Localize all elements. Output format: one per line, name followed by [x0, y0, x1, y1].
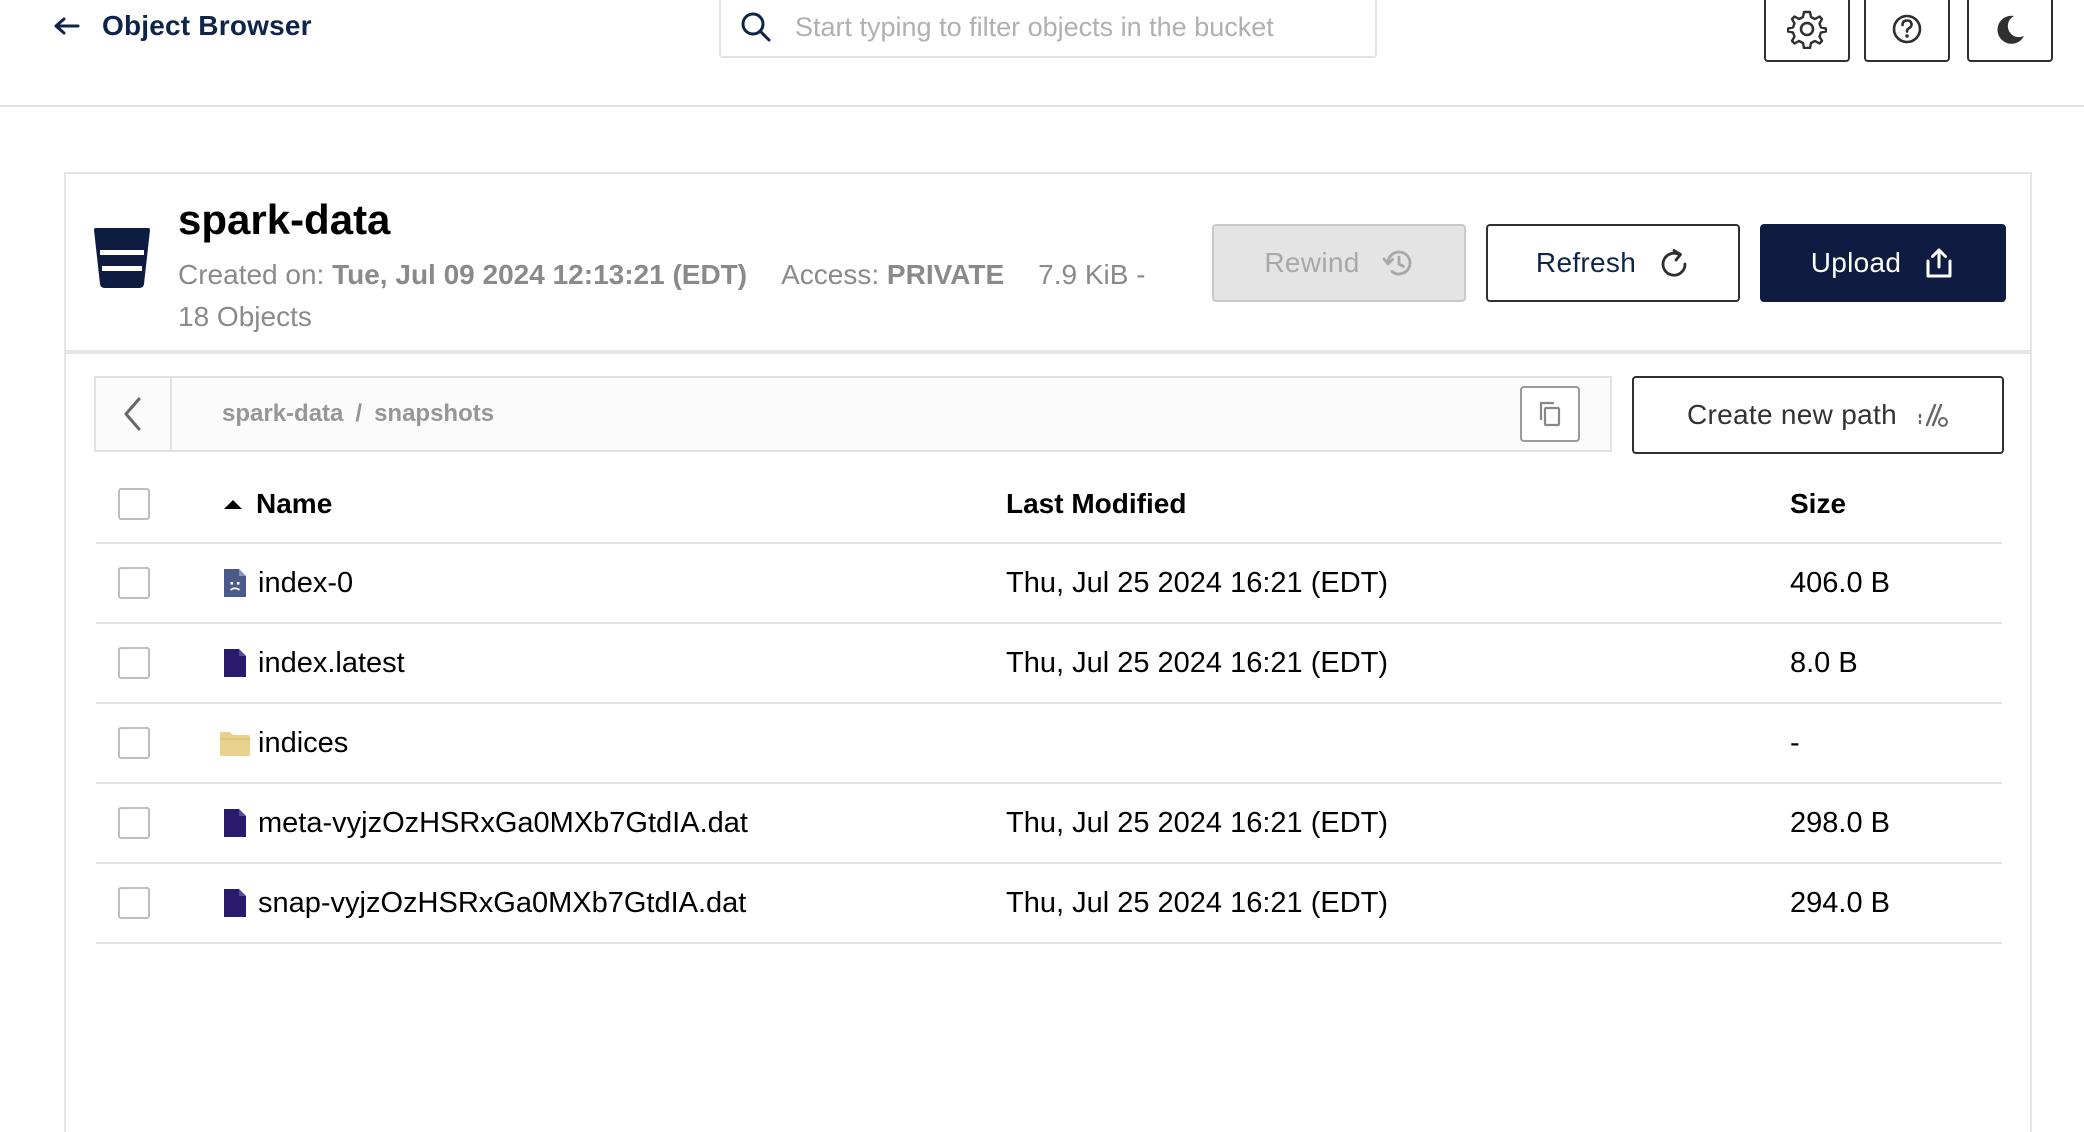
object-size-cell: 298.0 B — [1790, 806, 1890, 839]
object-name: indices — [258, 726, 349, 759]
sort-ascending-icon — [224, 500, 242, 509]
last-modified-column-header[interactable]: Last Modified — [1006, 488, 1186, 520]
help-icon — [1892, 14, 1922, 44]
help-button[interactable] — [1864, 0, 1950, 62]
row-checkbox[interactable] — [118, 727, 150, 759]
new-path-icon — [1918, 403, 1948, 427]
chevron-left-icon — [124, 397, 141, 431]
bucket-size: 7.9 KiB - — [1038, 259, 1146, 290]
created-label: Created on: — [178, 259, 325, 290]
refresh-label: Refresh — [1535, 247, 1637, 278]
arrow-left-icon — [54, 17, 80, 35]
breadcrumb-segment-bucket[interactable]: spark-data — [222, 400, 343, 428]
breadcrumb: spark-data / snapshots — [94, 376, 1612, 452]
object-size-cell: 406.0 B — [1790, 566, 1890, 599]
name-column-label: Name — [256, 488, 333, 519]
object-size-cell: 294.0 B — [1790, 886, 1890, 919]
object-name: index.latest — [258, 646, 405, 679]
gear-icon — [1787, 10, 1827, 49]
breadcrumb-segment-snapshots[interactable]: snapshots — [374, 400, 494, 428]
history-icon — [1382, 250, 1411, 276]
file-icon — [224, 649, 246, 677]
created-value: Tue, Jul 09 2024 12:13:21 (EDT) — [332, 259, 748, 290]
select-all-checkbox[interactable] — [118, 488, 150, 520]
breadcrumb-separator: / — [355, 400, 363, 427]
object-name-cell: index-0 — [222, 567, 353, 600]
objects-table: Name Last Modified Size index-0 Thu, Jul… — [96, 466, 2002, 944]
breadcrumb-back-button[interactable] — [96, 378, 172, 450]
rewind-button[interactable]: Rewind — [1212, 224, 1466, 302]
access-value: PRIVATE — [886, 259, 1005, 290]
copy-icon — [1539, 401, 1561, 427]
refresh-button[interactable]: Refresh — [1486, 224, 1740, 302]
object-name-cell: meta-vyjzOzHSRxGa0MXb7GtdIA.dat — [222, 807, 748, 840]
bucket-info-card: spark-data Created on: Tue, Jul 09 2024 … — [64, 172, 2032, 352]
row-checkbox[interactable] — [118, 567, 150, 599]
create-new-path-label: Create new path — [1687, 399, 1897, 430]
copy-path-button[interactable] — [1520, 386, 1580, 442]
upload-icon — [1926, 248, 1952, 278]
object-modified-cell: Thu, Jul 25 2024 16:21 (EDT) — [1006, 646, 1389, 679]
create-new-path-button[interactable]: Create new path — [1632, 376, 2004, 454]
object-name: meta-vyjzOzHSRxGa0MXb7GtdIA.dat — [258, 806, 748, 839]
object-modified-cell: Thu, Jul 25 2024 16:21 (EDT) — [1006, 806, 1389, 839]
theme-toggle-button[interactable] — [1967, 0, 2053, 62]
upload-button[interactable]: Upload — [1760, 224, 2006, 302]
table-header-row: Name Last Modified Size — [96, 466, 2002, 544]
folder-icon — [220, 732, 250, 756]
file-icon — [224, 889, 246, 917]
table-row[interactable]: indices - — [96, 704, 2002, 784]
file-icon — [224, 809, 246, 837]
object-count: 18 Objects — [178, 301, 312, 332]
object-size-cell: - — [1790, 726, 1800, 759]
rewind-label: Rewind — [1264, 247, 1360, 278]
bucket-meta: Created on: Tue, Jul 09 2024 12:13:21 (E… — [178, 254, 1278, 338]
refresh-icon — [1661, 249, 1687, 277]
search-box — [719, 0, 1377, 58]
row-checkbox[interactable] — [118, 807, 150, 839]
breadcrumb-path: spark-data / snapshots — [222, 400, 494, 428]
unknown-file-icon — [224, 569, 246, 597]
upload-label: Upload — [1810, 247, 1902, 278]
object-name-cell: index.latest — [222, 647, 405, 680]
table-row[interactable]: meta-vyjzOzHSRxGa0MXb7GtdIA.dat Thu, Jul… — [96, 784, 2002, 864]
moon-icon — [1997, 15, 2024, 44]
object-name-cell: indices — [220, 726, 349, 760]
settings-button[interactable] — [1764, 0, 1850, 62]
object-name: snap-vyjzOzHSRxGa0MXb7GtdIA.dat — [258, 886, 747, 919]
object-size-cell: 8.0 B — [1790, 646, 1858, 679]
object-browser-back-link[interactable]: Object Browser — [54, 6, 312, 46]
bucket-icon — [94, 228, 150, 288]
access-label: Access: — [781, 259, 880, 290]
table-row[interactable]: snap-vyjzOzHSRxGa0MXb7GtdIA.dat Thu, Jul… — [96, 864, 2002, 944]
top-bar: Object Browser — [0, 0, 2084, 107]
table-row[interactable]: index.latest Thu, Jul 25 2024 16:21 (EDT… — [96, 624, 2002, 704]
object-modified-cell: Thu, Jul 25 2024 16:21 (EDT) — [1006, 566, 1389, 599]
row-checkbox[interactable] — [118, 647, 150, 679]
search-icon — [741, 12, 771, 42]
row-checkbox[interactable] — [118, 887, 150, 919]
object-name: index-0 — [258, 566, 354, 599]
name-column-header[interactable]: Name — [222, 488, 332, 520]
filter-objects-input[interactable] — [793, 0, 1353, 56]
object-modified-cell: Thu, Jul 25 2024 16:21 (EDT) — [1006, 886, 1389, 919]
table-row[interactable]: index-0 Thu, Jul 25 2024 16:21 (EDT) 406… — [96, 544, 2002, 624]
object-browser-label: Object Browser — [102, 10, 312, 41]
size-column-header[interactable]: Size — [1790, 488, 1846, 520]
bucket-name: spark-data — [178, 196, 391, 243]
object-name-cell: snap-vyjzOzHSRxGa0MXb7GtdIA.dat — [222, 887, 746, 920]
